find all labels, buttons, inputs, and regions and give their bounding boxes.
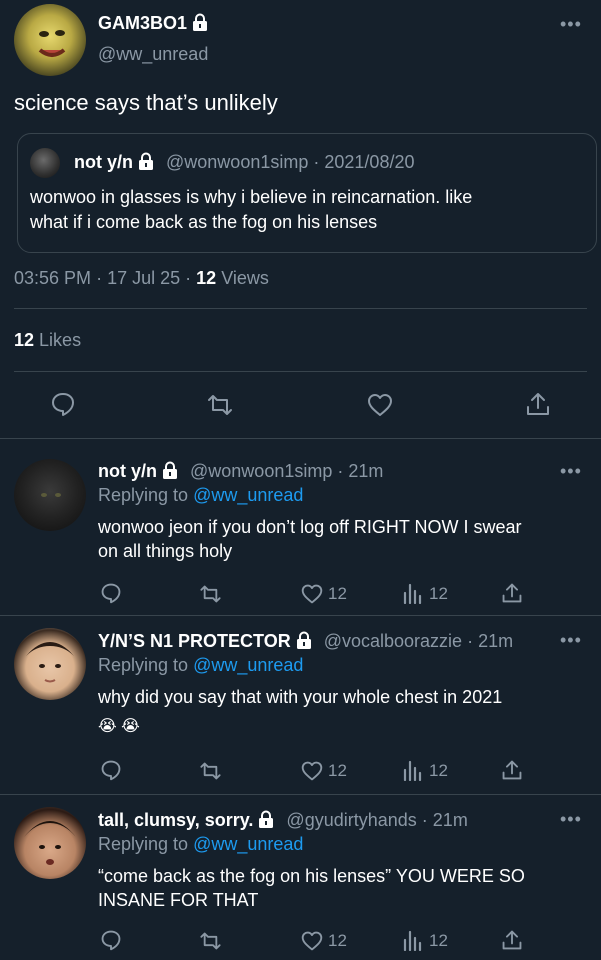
divider [14,308,587,309]
tweet-date[interactable]: 17 Jul 25 [107,268,180,288]
views-count: 12 [429,584,448,603]
reply-time[interactable]: 21m [478,631,513,651]
like-icon[interactable] [300,583,324,605]
share-icon[interactable] [501,758,523,782]
like-count: 12 [328,584,347,603]
quote-text-line-2: what if i come back as the fog on his le… [30,212,378,232]
reply-text-line-2: 😭 😭 [98,718,140,735]
reply-header: tall, clumsy, sorry. @gyudirtyhands · 21… [98,810,468,831]
retweet-icon[interactable] [205,392,235,418]
reply-display-name[interactable]: not y/n [98,461,157,481]
reply-time[interactable]: 21m [433,810,468,830]
like-icon[interactable] [300,760,324,782]
quote-tweet-card[interactable]: not y/n @wonwoon1simp · 2021/08/20 wonwo… [17,133,597,253]
like-icon[interactable] [300,930,324,952]
reply-icon[interactable] [100,582,122,604]
quote-author-avatar [30,148,60,178]
views-icon[interactable] [402,582,424,604]
replying-to-handle[interactable]: @ww_unread [193,834,303,854]
reply-display-name[interactable]: Y/N’S N1 PROTECTOR [98,631,291,651]
share-icon[interactable] [501,581,523,605]
reply-icon[interactable] [50,391,76,417]
reply-header: not y/n @wonwoon1simp · 21m [98,461,383,482]
likes-stat[interactable]: 12 Likes [14,330,81,351]
reply-tweet[interactable]: Y/N’S N1 PROTECTOR @vocalboorazzie · 21m… [0,616,601,794]
tweet-meta: 03:56 PM · 17 Jul 25 · 12 Views [14,268,269,289]
reply-avatar[interactable] [14,459,86,531]
more-options-icon[interactable]: ••• [560,14,582,35]
avatar-face-icon [38,30,66,57]
quote-date: 2021/08/20 [324,152,415,172]
quote-display-name: not y/n [74,152,133,172]
replying-to-handle[interactable]: @ww_unread [193,655,303,675]
separator: · [185,268,192,288]
reply-time[interactable]: 21m [348,461,383,481]
like-count: 12 [328,931,347,950]
separator: · [421,810,428,830]
views-count: 12 [429,931,448,950]
separator: · [467,631,474,651]
reply-header: Y/N’S N1 PROTECTOR @vocalboorazzie · 21m [98,631,513,652]
views-count: 12 [196,268,217,288]
reply-handle[interactable]: @gyudirtyhands [286,810,416,830]
reply-tweet[interactable]: tall, clumsy, sorry. @gyudirtyhands · 21… [0,795,601,960]
more-options-icon[interactable]: ••• [560,809,582,830]
reply-text-line-2: INSANE FOR THAT [98,890,259,910]
replying-to: Replying to @ww_unread [98,834,304,854]
lock-icon [161,461,179,479]
separator: · [96,268,103,288]
separator: · [313,152,320,172]
replying-to-handle[interactable]: @ww_unread [193,485,303,505]
like-icon[interactable] [366,392,394,418]
reply-handle[interactable]: @vocalboorazzie [324,631,462,651]
lock-icon [295,631,313,649]
tweet-text: science says that’s unlikely [14,90,278,115]
like-count: 12 [328,761,347,780]
replying-to: Replying to @ww_unread [98,655,304,675]
tweet-time[interactable]: 03:56 PM [14,268,91,288]
author-handle[interactable]: @ww_unread [98,44,208,65]
reply-text-line-1: “come back as the fog on his lenses” YOU… [98,866,525,886]
reply-tweet[interactable]: not y/n @wonwoon1simp · 21m ••• Replying… [0,439,601,615]
person-face-icon [24,821,76,865]
likes-count: 12 [14,330,35,350]
reply-icon[interactable] [100,929,122,951]
lock-icon [191,13,209,31]
separator: · [337,461,344,481]
lock-icon [137,152,155,170]
reply-text-line-1: wonwoo jeon if you don’t log off RIGHT N… [98,517,522,537]
lock-icon [257,810,275,828]
retweet-icon[interactable] [198,583,223,605]
views-count: 12 [429,761,448,780]
quote-header: not y/n @wonwoon1simp · 2021/08/20 [74,152,414,173]
quote-handle: @wonwoon1simp [166,152,309,172]
reply-avatar[interactable] [14,628,86,700]
replying-to: Replying to @ww_unread [98,485,304,505]
more-options-icon[interactable]: ••• [560,461,582,482]
divider [14,371,587,372]
person-face-icon [26,642,74,683]
author-avatar[interactable] [14,4,86,76]
reply-avatar[interactable] [14,807,86,879]
reply-icon[interactable] [100,759,122,781]
reply-text-line-2: on all things holy [98,541,233,561]
more-options-icon[interactable]: ••• [560,630,582,651]
views-icon[interactable] [402,759,424,781]
views-label: Views [221,268,269,288]
reply-text-line-1: why did you say that with your whole che… [98,687,503,707]
share-icon[interactable] [501,928,523,952]
cat-face-icon [41,493,61,497]
likes-label: Likes [39,330,82,350]
author-display-name[interactable]: GAM3BO1 [98,13,209,34]
quote-text-line-1: wonwoo in glasses is why i believe in re… [30,187,473,207]
reply-display-name[interactable]: tall, clumsy, sorry. [98,810,253,830]
retweet-icon[interactable] [198,760,223,782]
views-icon[interactable] [402,929,424,951]
reply-handle[interactable]: @wonwoon1simp [190,461,332,481]
share-icon[interactable] [525,390,551,418]
retweet-icon[interactable] [198,930,223,952]
